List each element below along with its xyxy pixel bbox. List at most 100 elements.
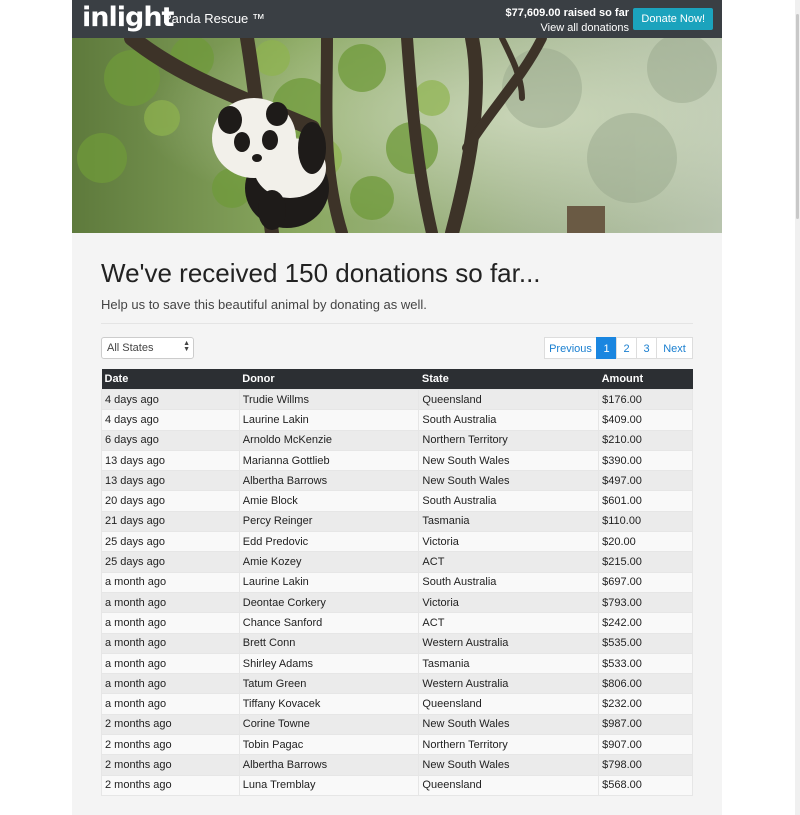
cell-donor: Trudie Willms <box>238 388 420 411</box>
cell-amount: $793.00 <box>598 591 693 614</box>
donations-table: Date Donor State Amount 4 days ago Trudie… <box>101 369 693 796</box>
page-scrollbar[interactable] <box>795 0 800 815</box>
panda-in-tree-photo <box>72 38 722 233</box>
cell-state: Queensland <box>418 388 600 411</box>
cell-date: 6 days ago <box>101 429 240 451</box>
pagination-previous[interactable]: Previous <box>544 337 597 359</box>
cell-state: Tasmania <box>418 652 600 675</box>
cell-state: New South Wales <box>418 449 600 472</box>
logo[interactable]: inlight <box>82 3 174 33</box>
cell-donor: Corine Towne <box>238 713 420 736</box>
cell-date: a month ago <box>101 612 240 634</box>
cell-amount: $806.00 <box>598 673 693 695</box>
cell-state: ACT <box>418 551 600 573</box>
table-row: 13 days ago Albertha Barrows New South Wal… <box>101 470 693 492</box>
cell-donor: Luna Tremblay <box>238 774 420 796</box>
cell-amount: $987.00 <box>598 713 693 736</box>
dropdown-caret-icon: ▲ ▼ <box>183 340 190 353</box>
cell-date: 4 days ago <box>101 388 240 411</box>
cell-state: South Australia <box>418 490 600 512</box>
top-navbar: inlight Panda Rescue ™ $77,609.00 raised… <box>72 0 722 38</box>
cell-state: New South Wales <box>418 470 600 492</box>
cell-date: 2 months ago <box>101 774 240 796</box>
cell-amount: $390.00 <box>598 449 693 472</box>
cell-date: 4 days ago <box>101 409 240 431</box>
cell-state: Northern Territory <box>418 734 600 756</box>
cell-state: New South Wales <box>418 754 600 776</box>
cell-donor: Albertha Barrows <box>238 470 420 492</box>
cell-donor: Edd Predovic <box>238 531 420 553</box>
column-header-donor[interactable]: Donor <box>239 369 419 390</box>
table-row: a month ago Chance Sanford ACT $242.00 <box>101 612 693 634</box>
table-row: 2 months ago Albertha Barrows New South Wa… <box>101 754 693 776</box>
cell-amount: $907.00 <box>598 734 693 756</box>
divider <box>101 323 693 324</box>
cell-amount: $176.00 <box>598 388 693 411</box>
cell-state: Victoria <box>418 531 600 553</box>
column-header-amount[interactable]: Amount <box>598 369 693 390</box>
cell-date: a month ago <box>101 571 240 593</box>
pagination-page-3[interactable]: 3 <box>636 337 657 359</box>
column-header-state[interactable]: State <box>418 369 599 390</box>
table-row: 2 months ago Tobin Pagac Northern Territor… <box>101 734 693 756</box>
cell-donor: Brett Conn <box>238 632 420 654</box>
table-row: a month ago Tatum Green Western Australia $… <box>101 673 693 695</box>
state-filter-value: All States <box>107 342 154 354</box>
cell-state: Northern Territory <box>418 429 600 451</box>
cell-amount: $535.00 <box>598 632 693 654</box>
cell-state: New South Wales <box>418 713 600 736</box>
cell-amount: $697.00 <box>598 571 693 593</box>
table-row: 25 days ago Amie Kozey ACT $215.00 <box>101 551 693 573</box>
table-row: 20 days ago Amie Block South Australia $601… <box>101 490 693 512</box>
cell-amount: $601.00 <box>598 490 693 512</box>
cell-date: a month ago <box>101 693 240 715</box>
table-row: 13 days ago Marianna Gottlieb New South Wa… <box>101 449 693 472</box>
cell-date: a month ago <box>101 632 240 654</box>
table-row: 4 days ago Trudie Willms Queensland $176.00 <box>101 388 693 411</box>
cell-donor: Shirley Adams <box>238 652 420 675</box>
cell-donor: Percy Reinger <box>238 510 420 533</box>
cell-date: 25 days ago <box>101 531 240 553</box>
table-body: 4 days ago Trudie Willms Queensland $176.00… <box>101 388 693 796</box>
cell-amount: $232.00 <box>598 693 693 715</box>
cell-donor: Tatum Green <box>238 673 420 695</box>
cell-donor: Albertha Barrows <box>238 754 420 776</box>
view-all-donations-link[interactable]: View all donations <box>505 21 629 35</box>
hero-image <box>72 38 722 233</box>
cell-date: 2 months ago <box>101 754 240 776</box>
cell-date: 20 days ago <box>101 490 240 512</box>
page-title: We've received 150 donations so far... <box>101 258 541 288</box>
table-row: a month ago Shirley Adams Tasmania $533.00 <box>101 652 693 675</box>
cell-state: South Australia <box>418 571 600 593</box>
table-row: a month ago Deontae Corkery Victoria $793.0… <box>101 591 693 614</box>
cell-state: ACT <box>418 612 600 634</box>
donate-now-button[interactable]: Donate Now! <box>633 8 713 30</box>
cell-state: South Australia <box>418 409 600 431</box>
cell-donor: Tiffany Kovacek <box>238 693 420 715</box>
org-name: Panda Rescue ™ <box>163 11 265 26</box>
cell-state: Victoria <box>418 591 600 614</box>
pagination-page-1[interactable]: 1 <box>596 337 617 359</box>
pagination-page-2[interactable]: 2 <box>616 337 637 359</box>
state-filter-select[interactable]: All States ▲ ▼ <box>101 337 194 359</box>
table-row: 25 days ago Edd Predovic Victoria $20.00 <box>101 531 693 553</box>
cell-donor: Chance Sanford <box>238 612 420 634</box>
pagination-next[interactable]: Next <box>656 337 693 359</box>
table-row: 4 days ago Laurine Lakin South Australia $4… <box>101 409 693 431</box>
cell-donor: Amie Kozey <box>238 551 420 573</box>
page-subtitle: Help us to save this beautiful animal by… <box>101 297 427 312</box>
pagination: Previous 1 2 3 Next <box>544 337 693 359</box>
cell-date: 25 days ago <box>101 551 240 573</box>
raised-amount: $77,609.00 raised so far <box>505 7 629 19</box>
cell-donor: Arnoldo McKenzie <box>238 429 420 451</box>
cell-amount: $497.00 <box>598 470 693 492</box>
table-row: 2 months ago Corine Towne New South Wales $… <box>101 713 693 736</box>
scrollbar-thumb[interactable] <box>796 14 799 219</box>
table-row: a month ago Brett Conn Western Australia $5… <box>101 632 693 654</box>
table-row: 21 days ago Percy Reinger Tasmania $110.00 <box>101 510 693 533</box>
cell-donor: Deontae Corkery <box>238 591 420 614</box>
column-header-date[interactable]: Date <box>101 369 240 390</box>
table-header-row: Date Donor State Amount <box>101 369 693 390</box>
table-row: a month ago Tiffany Kovacek Queensland $232… <box>101 693 693 715</box>
cell-amount: $110.00 <box>598 510 693 533</box>
